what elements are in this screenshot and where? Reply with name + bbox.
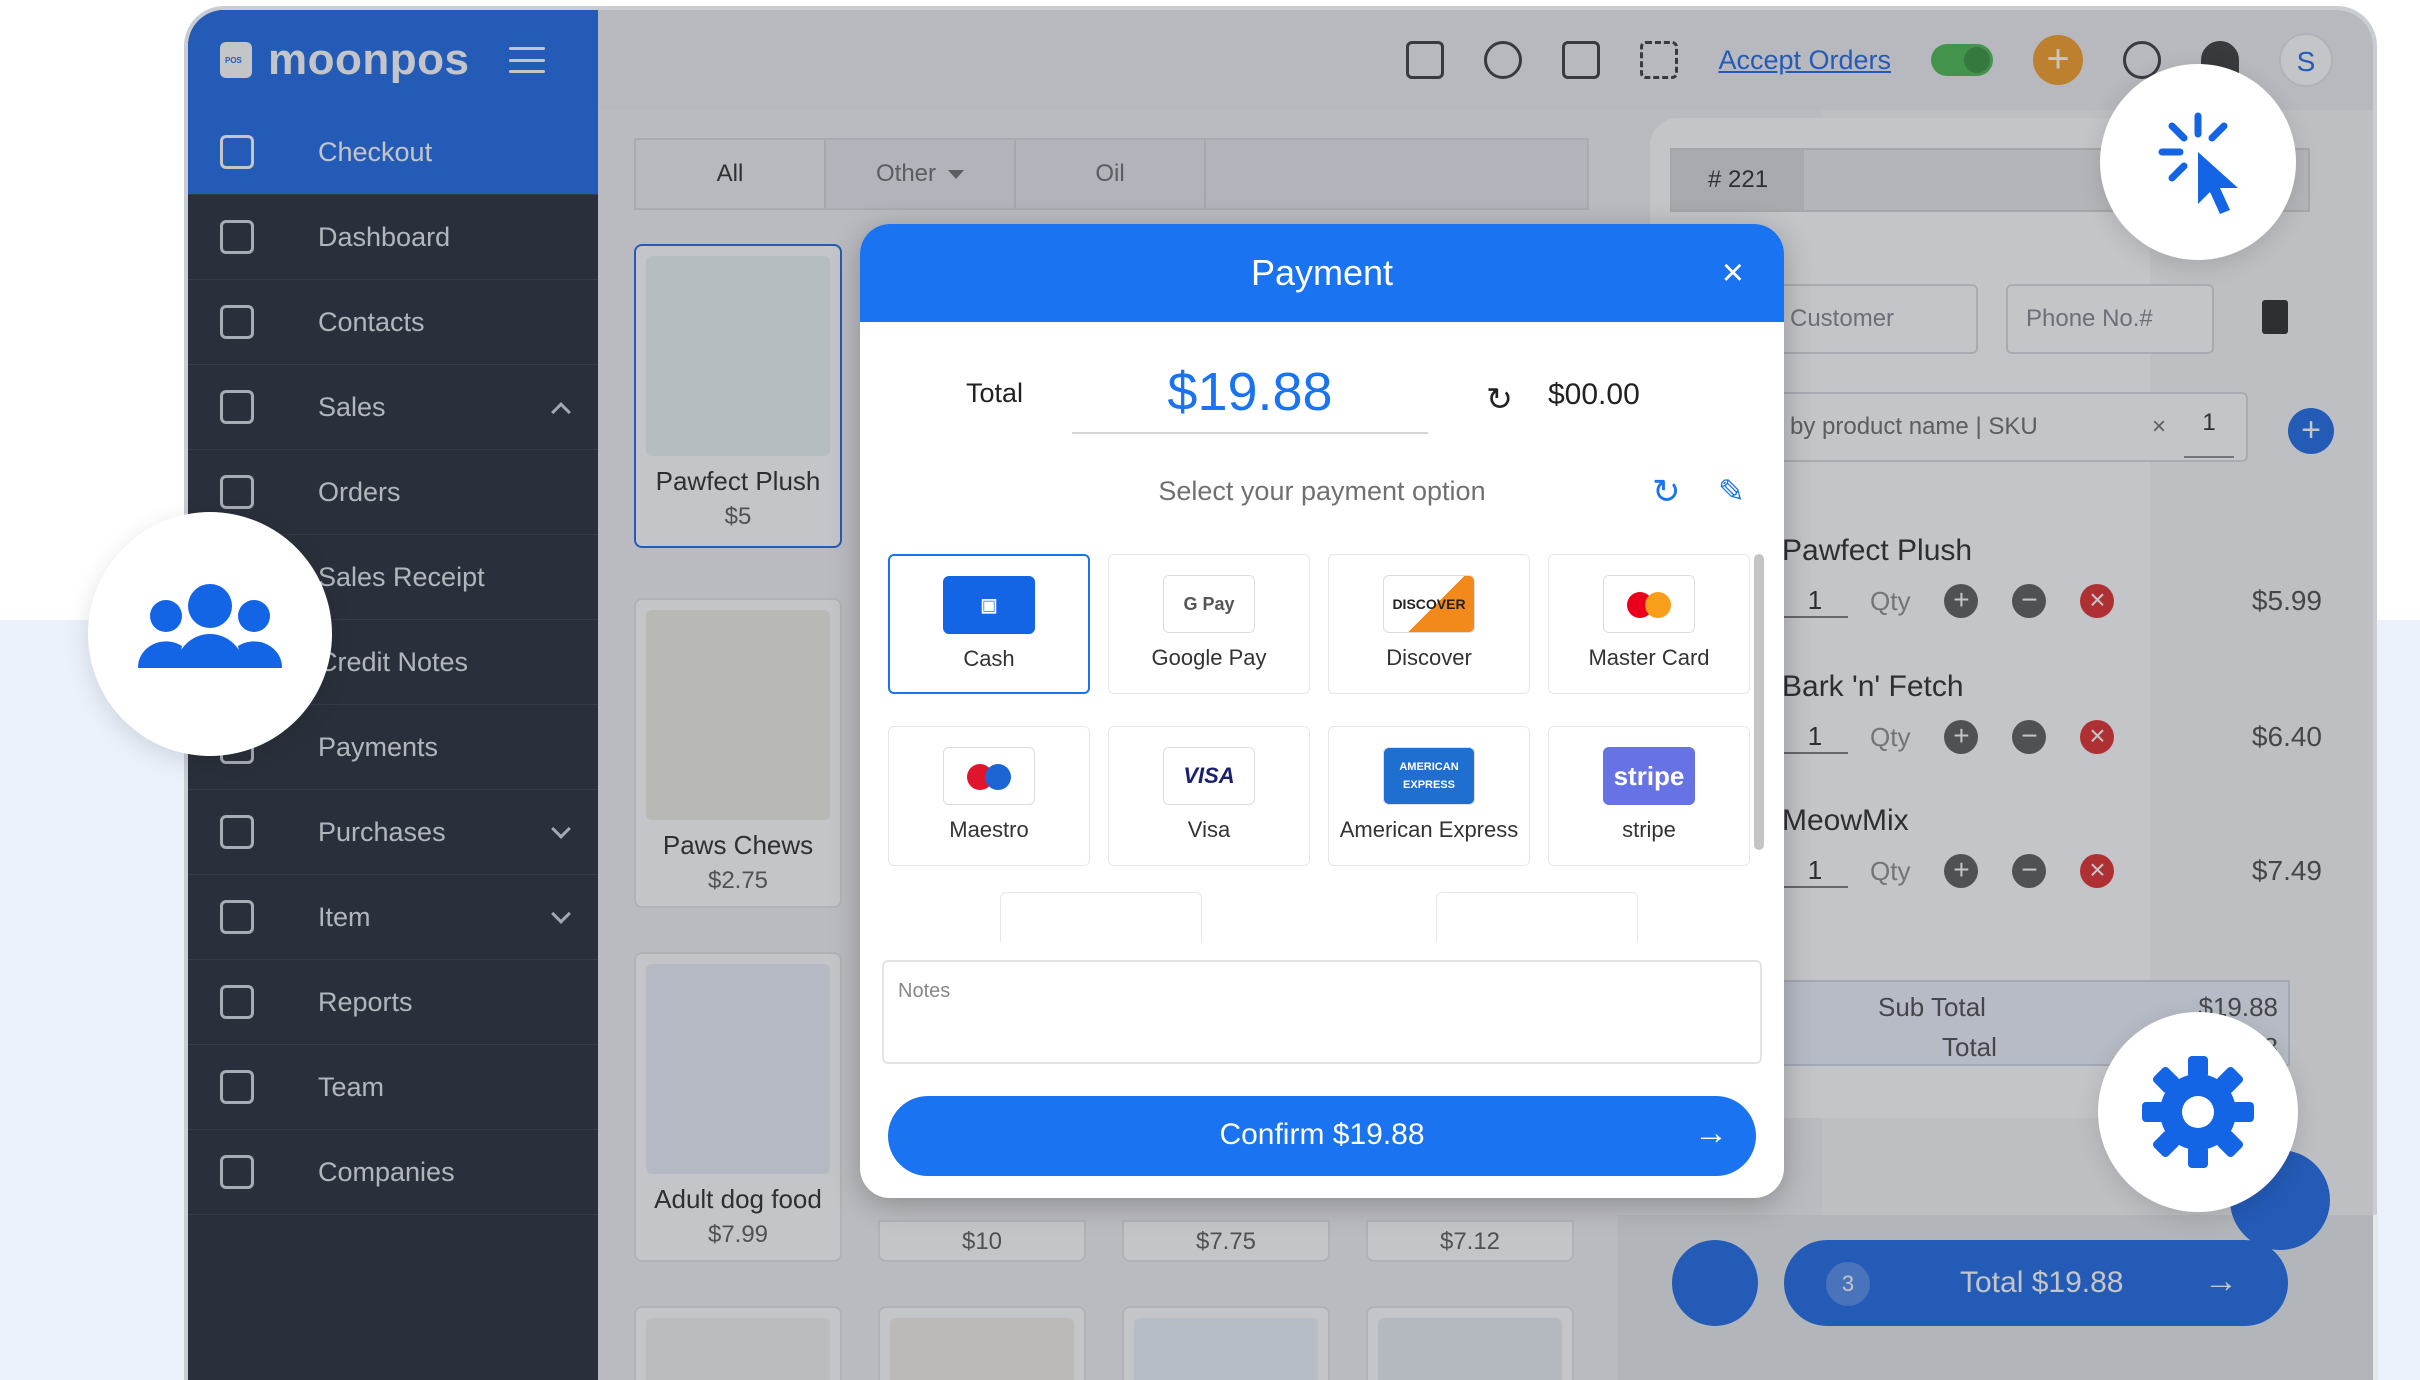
stripe-icon: stripe	[1603, 747, 1695, 805]
payment-option-label: American Express	[1339, 817, 1519, 842]
confirm-label: Confirm $19.88	[1219, 1118, 1425, 1151]
users-icon	[137, 584, 283, 668]
payment-option-cash[interactable]: ▣ Cash	[888, 554, 1090, 694]
payment-option-label: Cash	[963, 646, 1015, 671]
cursor-click-icon	[2158, 112, 2238, 214]
refresh-options-icon[interactable]: ↻	[1652, 472, 1681, 512]
pencil-icon[interactable]: ✎	[1718, 472, 1745, 510]
arrow-right-icon: →	[1694, 1114, 1728, 1152]
payment-total-row: Total $19.88 ↻ $00.00	[860, 354, 1784, 434]
payment-option-stripe[interactable]: stripe stripe	[1548, 726, 1750, 866]
payment-option-discover[interactable]: DISCOVER Discover	[1328, 554, 1530, 694]
payment-option-partial[interactable]	[1000, 892, 1202, 942]
payment-option-label: Google Pay	[1151, 645, 1267, 670]
payment-option-partial[interactable]	[1436, 892, 1638, 942]
payment-options-scrollbar[interactable]	[1754, 554, 1764, 850]
payment-amount-field[interactable]: $19.88	[1072, 354, 1428, 434]
payment-option-american-express[interactable]: AMERICAN EXPRESS American Express	[1328, 726, 1530, 866]
close-icon[interactable]: ×	[1722, 224, 1744, 322]
team-badge	[88, 512, 332, 756]
payment-change: $00.00	[1548, 378, 1640, 411]
maestro-icon	[943, 747, 1035, 805]
payment-option-maestro[interactable]: Maestro	[888, 726, 1090, 866]
amex-icon: AMERICAN EXPRESS	[1383, 747, 1475, 805]
payment-option-label: Discover	[1386, 645, 1472, 670]
payment-option-master-card[interactable]: Master Card	[1548, 554, 1750, 694]
payment-modal-header: Payment ×	[860, 224, 1784, 322]
refresh-icon[interactable]: ↻	[1486, 380, 1513, 418]
payment-option-google-pay[interactable]: G Pay Google Pay	[1108, 554, 1310, 694]
cash-icon: ▣	[943, 576, 1035, 634]
payment-option-visa[interactable]: VISA Visa	[1108, 726, 1310, 866]
payment-option-label: Maestro	[949, 817, 1029, 842]
payment-option-label: Master Card	[1588, 645, 1710, 670]
payment-option-label: Visa	[1187, 817, 1231, 842]
gear-icon	[2142, 1056, 2254, 1168]
google-pay-icon: G Pay	[1163, 575, 1255, 633]
discover-icon: DISCOVER	[1383, 575, 1475, 633]
confirm-payment-button[interactable]: Confirm $19.88 →	[888, 1096, 1756, 1176]
payment-title: Payment	[1250, 252, 1394, 293]
payment-select-prompt: Select your payment option	[1158, 476, 1486, 506]
payment-modal: Payment × Total $19.88 ↻ $00.00 Select y…	[860, 224, 1784, 1198]
mastercard-icon	[1603, 575, 1695, 633]
notes-textarea[interactable]: Notes	[882, 960, 1762, 1064]
click-pointer-badge	[2100, 64, 2296, 260]
payment-total-label: Total	[966, 378, 1024, 408]
settings-badge	[2098, 1012, 2298, 1212]
visa-icon: VISA	[1163, 747, 1255, 805]
payment-option-label: stripe	[1622, 817, 1676, 842]
